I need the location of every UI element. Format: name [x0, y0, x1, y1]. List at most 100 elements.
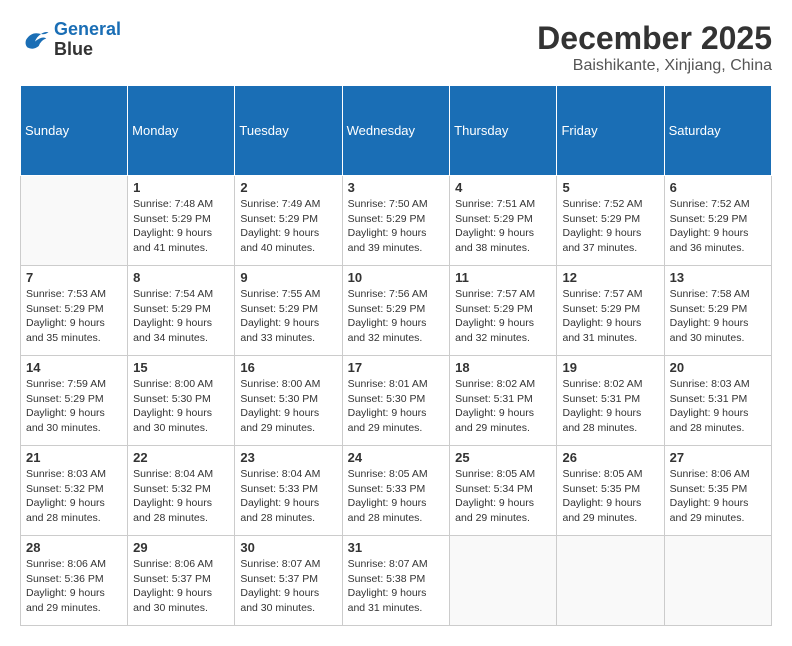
calendar-body: 1 Sunrise: 7:48 AM Sunset: 5:29 PM Daylig… — [21, 176, 772, 626]
day-cell: 15 Sunrise: 8:00 AM Sunset: 5:30 PM Dayli… — [128, 356, 235, 446]
day-cell: 3 Sunrise: 7:50 AM Sunset: 5:29 PM Daylig… — [342, 176, 450, 266]
day-info: Sunrise: 7:53 AM Sunset: 5:29 PM Dayligh… — [26, 287, 122, 346]
day-number: 18 — [455, 360, 551, 375]
day-info: Sunrise: 7:57 AM Sunset: 5:29 PM Dayligh… — [455, 287, 551, 346]
day-cell: 9 Sunrise: 7:55 AM Sunset: 5:29 PM Daylig… — [235, 266, 342, 356]
week-row: 28 Sunrise: 8:06 AM Sunset: 5:36 PM Dayli… — [21, 536, 772, 626]
day-cell: 30 Sunrise: 8:07 AM Sunset: 5:37 PM Dayli… — [235, 536, 342, 626]
day-cell — [664, 536, 771, 626]
day-number: 22 — [133, 450, 229, 465]
day-cell: 17 Sunrise: 8:01 AM Sunset: 5:30 PM Dayli… — [342, 356, 450, 446]
day-cell: 29 Sunrise: 8:06 AM Sunset: 5:37 PM Dayli… — [128, 536, 235, 626]
day-cell: 22 Sunrise: 8:04 AM Sunset: 5:32 PM Dayli… — [128, 446, 235, 536]
day-info: Sunrise: 8:05 AM Sunset: 5:33 PM Dayligh… — [348, 467, 445, 526]
day-info: Sunrise: 7:51 AM Sunset: 5:29 PM Dayligh… — [455, 197, 551, 256]
weekday-header-row: SundayMondayTuesdayWednesdayThursdayFrid… — [21, 86, 772, 176]
day-number: 16 — [240, 360, 336, 375]
day-info: Sunrise: 7:56 AM Sunset: 5:29 PM Dayligh… — [348, 287, 445, 346]
day-number: 28 — [26, 540, 122, 555]
day-cell — [450, 536, 557, 626]
day-info: Sunrise: 8:02 AM Sunset: 5:31 PM Dayligh… — [455, 377, 551, 436]
calendar-table: SundayMondayTuesdayWednesdayThursdayFrid… — [20, 85, 772, 626]
week-row: 21 Sunrise: 8:03 AM Sunset: 5:32 PM Dayli… — [21, 446, 772, 536]
day-number: 19 — [562, 360, 658, 375]
weekday-cell: Friday — [557, 86, 664, 176]
day-cell: 1 Sunrise: 7:48 AM Sunset: 5:29 PM Daylig… — [128, 176, 235, 266]
logo: GeneralBlue — [20, 20, 121, 60]
day-info: Sunrise: 8:06 AM Sunset: 5:35 PM Dayligh… — [670, 467, 766, 526]
day-number: 3 — [348, 180, 445, 195]
day-cell: 21 Sunrise: 8:03 AM Sunset: 5:32 PM Dayli… — [21, 446, 128, 536]
day-number: 15 — [133, 360, 229, 375]
day-info: Sunrise: 7:50 AM Sunset: 5:29 PM Dayligh… — [348, 197, 445, 256]
week-row: 14Sunrise: 7:59 AM Sunset: 5:29 PM Dayli… — [21, 356, 772, 446]
day-info: Sunrise: 7:48 AM Sunset: 5:29 PM Dayligh… — [133, 197, 229, 256]
day-cell: 8 Sunrise: 7:54 AM Sunset: 5:29 PM Daylig… — [128, 266, 235, 356]
day-number: 9 — [240, 270, 336, 285]
day-number: 24 — [348, 450, 445, 465]
day-number: 31 — [348, 540, 445, 555]
day-info: Sunrise: 8:03 AM Sunset: 5:31 PM Dayligh… — [670, 377, 766, 436]
day-cell: 11 Sunrise: 7:57 AM Sunset: 5:29 PM Dayli… — [450, 266, 557, 356]
page-header: GeneralBlue December 2025 Baishikante, X… — [20, 20, 772, 75]
weekday-cell: Sunday — [21, 86, 128, 176]
day-info: Sunrise: 8:06 AM Sunset: 5:37 PM Dayligh… — [133, 557, 229, 616]
weekday-cell: Tuesday — [235, 86, 342, 176]
day-number: 6 — [670, 180, 766, 195]
day-info: Sunrise: 8:07 AM Sunset: 5:37 PM Dayligh… — [240, 557, 336, 616]
day-cell: 18 Sunrise: 8:02 AM Sunset: 5:31 PM Dayli… — [450, 356, 557, 446]
day-cell: 2 Sunrise: 7:49 AM Sunset: 5:29 PM Daylig… — [235, 176, 342, 266]
day-number: 12 — [562, 270, 658, 285]
day-cell: 5 Sunrise: 7:52 AM Sunset: 5:29 PM Daylig… — [557, 176, 664, 266]
weekday-cell: Monday — [128, 86, 235, 176]
day-cell: 25Sunrise: 8:05 AM Sunset: 5:34 PM Dayli… — [450, 446, 557, 536]
day-info: Sunrise: 8:05 AM Sunset: 5:35 PM Dayligh… — [562, 467, 658, 526]
day-info: Sunrise: 7:54 AM Sunset: 5:29 PM Dayligh… — [133, 287, 229, 346]
weekday-cell: Thursday — [450, 86, 557, 176]
day-number: 8 — [133, 270, 229, 285]
day-cell: 16Sunrise: 8:00 AM Sunset: 5:30 PM Dayli… — [235, 356, 342, 446]
month-year-title: December 2025 — [537, 20, 772, 57]
location-subtitle: Baishikante, Xinjiang, China — [537, 57, 772, 75]
day-info: Sunrise: 8:03 AM Sunset: 5:32 PM Dayligh… — [26, 467, 122, 526]
day-number: 21 — [26, 450, 122, 465]
day-cell: 28 Sunrise: 8:06 AM Sunset: 5:36 PM Dayli… — [21, 536, 128, 626]
day-info: Sunrise: 7:52 AM Sunset: 5:29 PM Dayligh… — [562, 197, 658, 256]
day-cell: 26Sunrise: 8:05 AM Sunset: 5:35 PM Dayli… — [557, 446, 664, 536]
day-cell: 19Sunrise: 8:02 AM Sunset: 5:31 PM Dayli… — [557, 356, 664, 446]
day-info: Sunrise: 8:05 AM Sunset: 5:34 PM Dayligh… — [455, 467, 551, 526]
day-info: Sunrise: 7:55 AM Sunset: 5:29 PM Dayligh… — [240, 287, 336, 346]
day-cell: 23Sunrise: 8:04 AM Sunset: 5:33 PM Dayli… — [235, 446, 342, 536]
day-number: 1 — [133, 180, 229, 195]
day-info: Sunrise: 8:06 AM Sunset: 5:36 PM Dayligh… — [26, 557, 122, 616]
day-number: 10 — [348, 270, 445, 285]
day-cell: 27Sunrise: 8:06 AM Sunset: 5:35 PM Dayli… — [664, 446, 771, 536]
day-number: 7 — [26, 270, 122, 285]
day-number: 4 — [455, 180, 551, 195]
day-cell: 24 Sunrise: 8:05 AM Sunset: 5:33 PM Dayli… — [342, 446, 450, 536]
day-cell: 31 Sunrise: 8:07 AM Sunset: 5:38 PM Dayli… — [342, 536, 450, 626]
day-info: Sunrise: 7:58 AM Sunset: 5:29 PM Dayligh… — [670, 287, 766, 346]
day-number: 2 — [240, 180, 336, 195]
day-number: 17 — [348, 360, 445, 375]
day-number: 23 — [240, 450, 336, 465]
day-info: Sunrise: 8:07 AM Sunset: 5:38 PM Dayligh… — [348, 557, 445, 616]
day-info: Sunrise: 7:59 AM Sunset: 5:29 PM Dayligh… — [26, 377, 122, 436]
day-number: 29 — [133, 540, 229, 555]
day-cell — [557, 536, 664, 626]
day-info: Sunrise: 8:01 AM Sunset: 5:30 PM Dayligh… — [348, 377, 445, 436]
day-info: Sunrise: 8:04 AM Sunset: 5:32 PM Dayligh… — [133, 467, 229, 526]
day-number: 20 — [670, 360, 766, 375]
day-info: Sunrise: 8:00 AM Sunset: 5:30 PM Dayligh… — [133, 377, 229, 436]
day-number: 11 — [455, 270, 551, 285]
title-block: December 2025 Baishikante, Xinjiang, Chi… — [537, 20, 772, 75]
logo-text: GeneralBlue — [54, 20, 121, 60]
day-info: Sunrise: 7:49 AM Sunset: 5:29 PM Dayligh… — [240, 197, 336, 256]
day-number: 30 — [240, 540, 336, 555]
day-cell: 7 Sunrise: 7:53 AM Sunset: 5:29 PM Daylig… — [21, 266, 128, 356]
week-row: 1 Sunrise: 7:48 AM Sunset: 5:29 PM Daylig… — [21, 176, 772, 266]
day-cell — [21, 176, 128, 266]
logo-icon — [20, 25, 50, 55]
day-number: 5 — [562, 180, 658, 195]
weekday-cell: Wednesday — [342, 86, 450, 176]
